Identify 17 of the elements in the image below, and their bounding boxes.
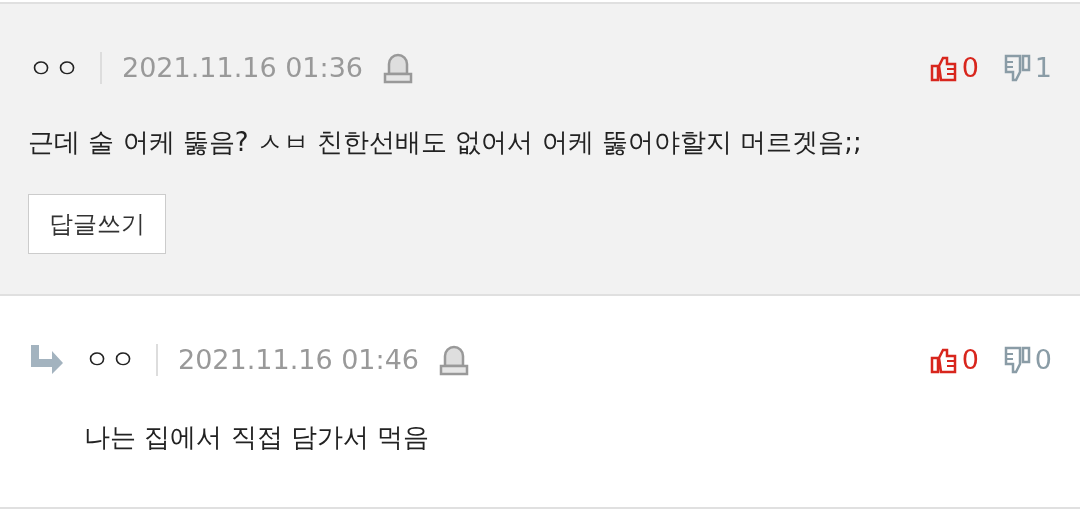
dislike-count: 1 xyxy=(1034,51,1052,85)
thumbs-down-icon[interactable] xyxy=(1002,54,1031,83)
reply-text: 나는 집에서 직접 담가서 먹음 xyxy=(84,421,431,454)
like-count: 0 xyxy=(961,51,979,85)
comment-date: 2021.11.16 01:36 xyxy=(122,51,363,85)
comment-date: 2021.11.16 01:46 xyxy=(178,342,419,377)
thumbs-up-icon[interactable] xyxy=(929,54,958,83)
siren-icon[interactable] xyxy=(383,52,413,85)
author-name: ㅇㅇ xyxy=(28,51,80,85)
author-name: ㅇㅇ xyxy=(84,343,136,377)
siren-icon[interactable] xyxy=(439,343,469,376)
like-count: 0 xyxy=(961,342,979,377)
thumbs-down-icon[interactable] xyxy=(1002,345,1031,374)
reply-arrow-icon xyxy=(28,344,64,375)
reply-button[interactable]: 답글쓰기 xyxy=(28,193,166,254)
comment-text: 근데 술 어케 뚫음? ㅅㅂ 친한선배도 없어서 어케 뚫어야할지 머르겟음;; xyxy=(28,125,863,159)
dislike-count: 0 xyxy=(1034,342,1052,377)
